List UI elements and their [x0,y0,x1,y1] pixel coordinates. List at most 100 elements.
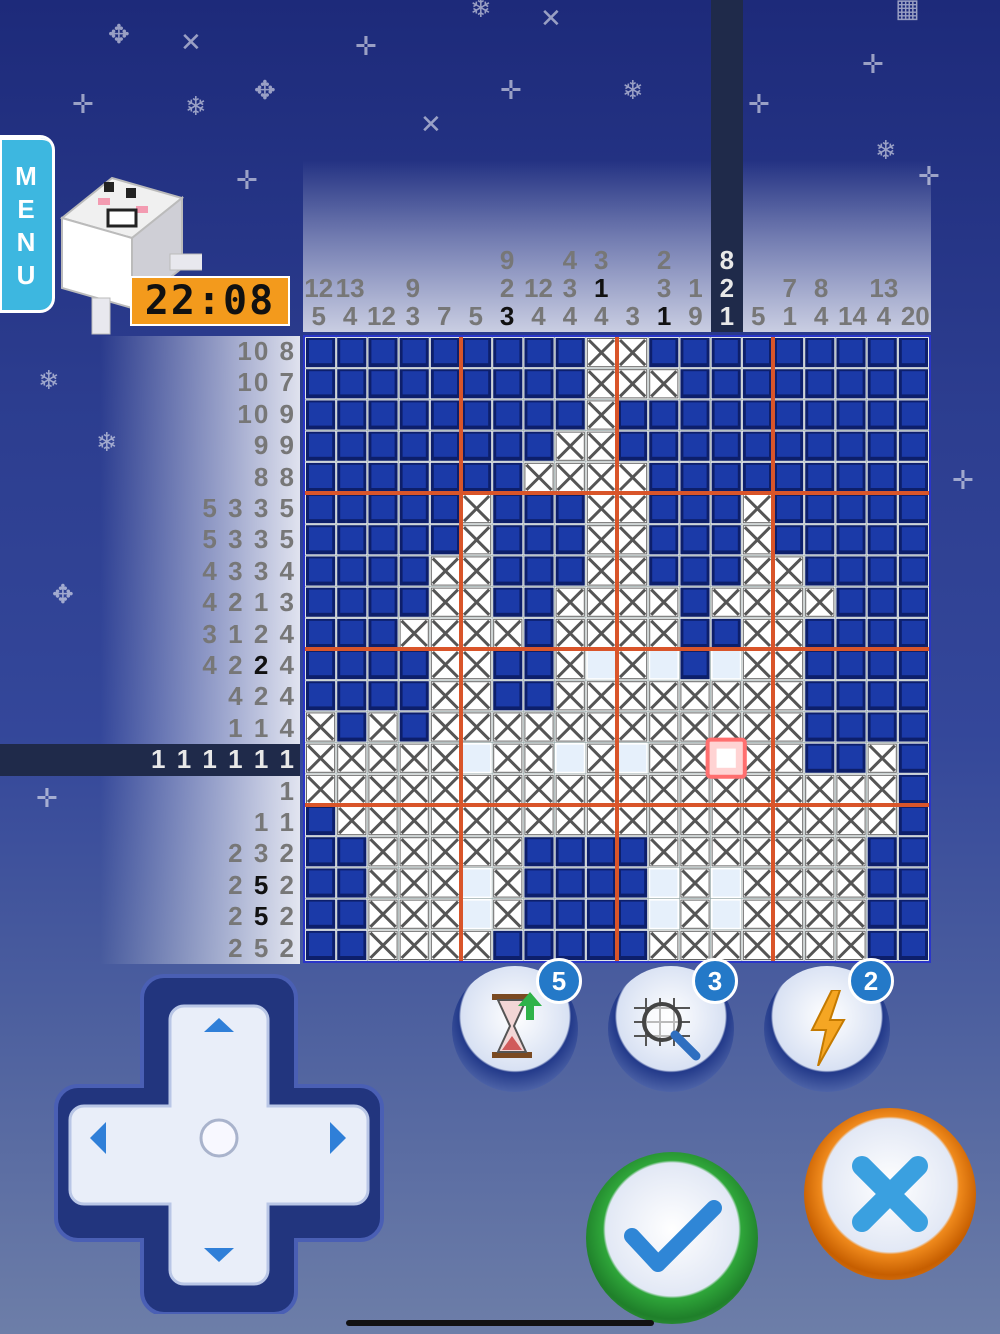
grid-cell[interactable] [523,867,555,899]
grid-cell[interactable] [897,835,929,868]
grid-cell[interactable] [710,898,743,931]
grid-cell[interactable] [523,711,555,743]
grid-cell[interactable] [305,898,337,931]
grid-cell[interactable] [647,523,680,556]
grid-cell[interactable] [897,804,929,837]
grid-cell[interactable] [367,492,399,525]
grid-cell[interactable] [741,586,774,619]
grid-cell[interactable] [367,804,399,837]
grid-cell[interactable] [429,617,462,650]
grid-cell[interactable] [866,867,899,899]
grid-cell[interactable] [429,586,462,619]
grid-cell[interactable] [305,586,337,619]
grid-cell[interactable] [866,898,899,931]
grid-cell[interactable] [772,492,805,525]
grid-cell[interactable] [772,586,805,619]
grid-cell[interactable] [616,430,649,463]
grid-cell[interactable] [710,929,743,961]
grid-cell[interactable] [305,337,337,369]
grid-cell[interactable] [429,648,462,681]
grid-cell[interactable] [741,804,774,837]
grid-cell[interactable] [460,399,493,431]
grid-cell[interactable] [835,929,867,961]
grid-cell[interactable] [647,711,680,743]
grid-cell[interactable] [679,337,711,369]
grid-cell[interactable] [491,867,524,899]
grid-cell[interactable] [647,742,680,775]
grid-cell[interactable] [460,804,493,837]
grid-cell[interactable] [523,929,555,961]
grid-cell[interactable] [305,648,337,681]
grid-cell[interactable] [897,523,929,556]
grid-cell[interactable] [335,867,368,899]
grid-cell[interactable] [460,430,493,463]
grid-cell[interactable] [772,461,805,494]
grid-cell[interactable] [367,898,399,931]
grid-cell[interactable] [647,679,680,712]
grid-cell[interactable] [305,742,337,775]
grid-cell[interactable] [585,648,618,681]
grid-cell[interactable] [523,742,555,775]
grid-cell[interactable] [897,586,929,619]
grid-cell[interactable] [803,711,836,743]
grid-cell[interactable] [429,492,462,525]
grid-cell[interactable] [710,430,743,463]
grid-cell[interactable] [554,898,587,931]
grid-cell[interactable] [335,773,368,806]
grid-cell[interactable] [835,617,867,650]
grid-cell[interactable] [616,773,649,806]
grid-cell[interactable] [710,617,743,650]
grid-cell[interactable] [803,929,836,961]
grid-cell[interactable] [491,804,524,837]
grid-cell[interactable] [554,867,587,899]
grid-cell[interactable] [835,648,867,681]
grid-cell[interactable] [835,898,867,931]
grid-cell[interactable] [897,679,929,712]
grid-cell[interactable] [897,461,929,494]
grid-cell[interactable] [803,461,836,494]
grid-cell[interactable] [398,648,431,681]
grid-cell[interactable] [835,804,867,837]
grid-cell[interactable] [616,523,649,556]
grid-cell[interactable] [835,679,867,712]
grid-cell[interactable] [897,399,929,431]
grid-cell[interactable] [647,898,680,931]
grid-cell[interactable] [741,555,774,587]
grid-cell[interactable] [679,679,711,712]
grid-cell[interactable] [523,461,555,494]
grid-cell[interactable] [398,835,431,868]
grid-cell[interactable] [585,711,618,743]
grid-cell[interactable] [897,929,929,961]
grid-cell[interactable] [897,555,929,587]
grid-cell[interactable] [585,867,618,899]
grid-cell[interactable] [741,399,774,431]
grid-cell[interactable] [679,523,711,556]
grid-cell[interactable] [835,742,867,775]
grid-cell[interactable] [460,742,493,775]
grid-cell[interactable] [523,773,555,806]
grid-cell[interactable] [460,367,493,400]
grid-cell[interactable] [398,867,431,899]
grid-cell[interactable] [772,617,805,650]
grid-cell[interactable] [772,523,805,556]
grid-cell[interactable] [523,367,555,400]
grid-cell[interactable] [866,399,899,431]
grid-cell[interactable] [554,929,587,961]
grid-cell[interactable] [523,555,555,587]
menu-button[interactable]: MENU [0,138,52,310]
puzzle-board[interactable] [303,335,931,963]
grid-cell[interactable] [429,773,462,806]
grid-cell[interactable] [616,617,649,650]
grid-cell[interactable] [429,711,462,743]
grid-cell[interactable] [803,617,836,650]
grid-cell[interactable] [554,648,587,681]
grid-cell[interactable] [741,711,774,743]
grid-cell[interactable] [305,523,337,556]
grid-cell[interactable] [803,492,836,525]
grid-cell[interactable] [866,430,899,463]
grid-cell[interactable] [647,617,680,650]
grid-cell[interactable] [460,773,493,806]
grid-cell[interactable] [335,711,368,743]
grid-cell[interactable] [772,898,805,931]
grid-cell[interactable] [710,523,743,556]
